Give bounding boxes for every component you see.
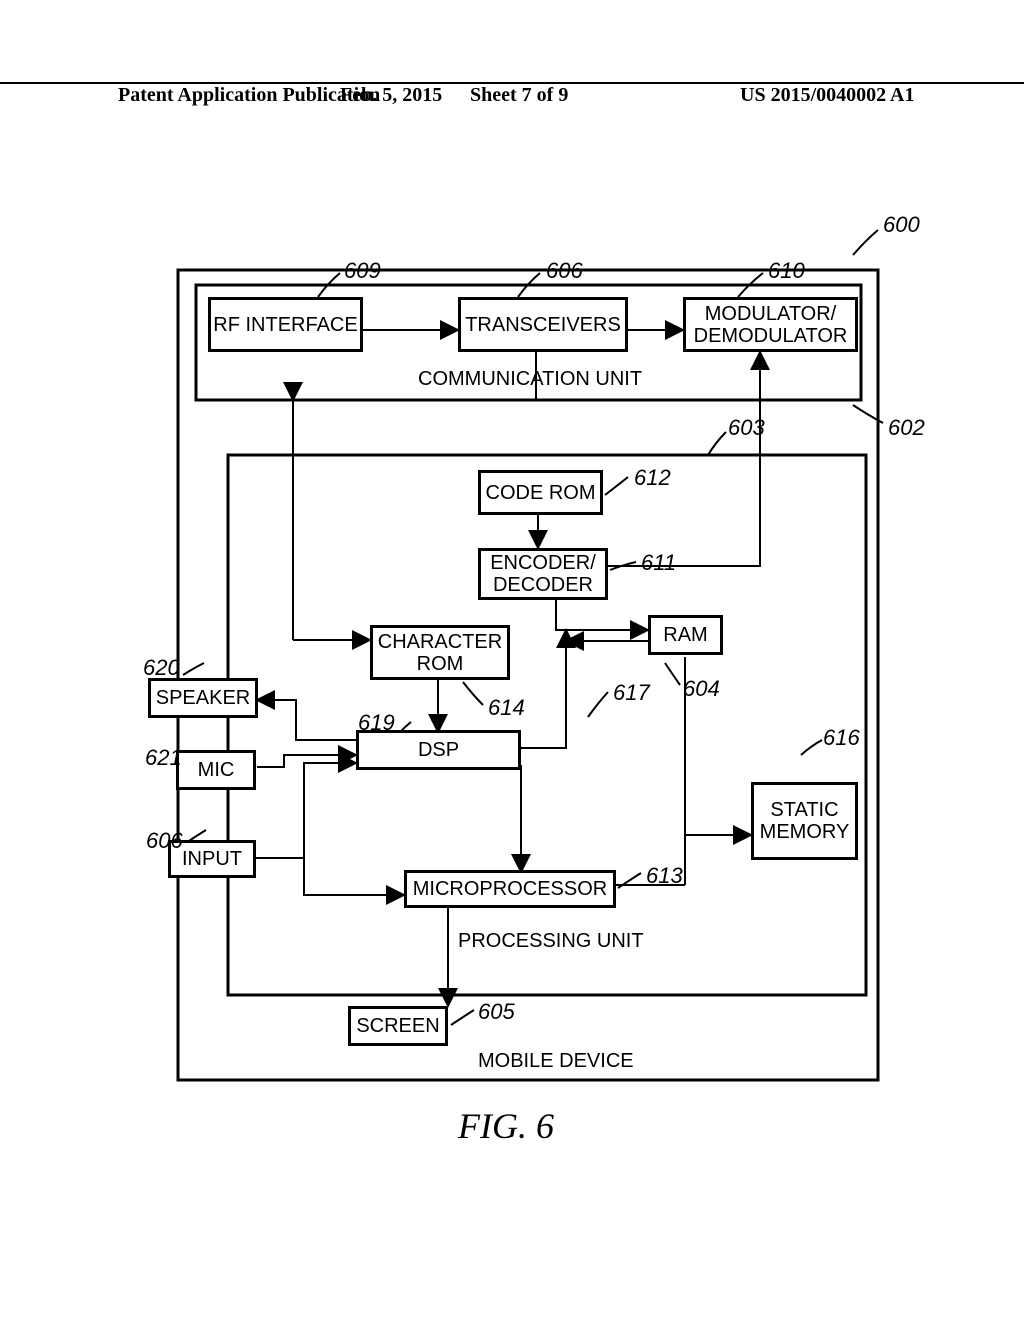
figure-caption: FIG. 6 bbox=[458, 1105, 554, 1147]
encoder-block: ENCODER/ DECODER bbox=[478, 548, 608, 600]
patent-date: Feb. 5, 2015 bbox=[340, 84, 442, 107]
dsp-block: DSP bbox=[356, 730, 521, 770]
mic-block: MIC bbox=[176, 750, 256, 790]
screen-block: SCREEN bbox=[348, 1006, 448, 1046]
ref-621: 621 bbox=[145, 745, 182, 771]
ref-609: 609 bbox=[344, 258, 381, 284]
ref-606-bottom: 606 bbox=[146, 828, 183, 854]
ref-614: 614 bbox=[488, 695, 525, 721]
char-rom-block: CHARACTER ROM bbox=[370, 625, 510, 680]
ref-613: 613 bbox=[646, 863, 683, 889]
transceivers-block: TRANSCEIVERS bbox=[458, 297, 628, 352]
ram-block: RAM bbox=[648, 615, 723, 655]
ref-602: 602 bbox=[888, 415, 925, 441]
ref-600: 600 bbox=[883, 212, 920, 238]
ref-604: 604 bbox=[683, 676, 720, 702]
code-rom-block: CODE ROM bbox=[478, 470, 603, 515]
sheet-number: Sheet 7 of 9 bbox=[470, 84, 568, 107]
speaker-block: SPEAKER bbox=[148, 678, 258, 718]
static-memory-block: STATIC MEMORY bbox=[751, 782, 858, 860]
ref-612: 612 bbox=[634, 465, 671, 491]
proc-unit-label: PROCESSING UNIT bbox=[458, 930, 644, 953]
ref-619: 619 bbox=[358, 710, 395, 736]
patent-number: US 2015/0040002 A1 bbox=[740, 84, 914, 107]
modulator-block: MODULATOR/ DEMODULATOR bbox=[683, 297, 858, 352]
comm-unit-label: COMMUNICATION UNIT bbox=[418, 368, 642, 391]
ref-617: 617 bbox=[613, 680, 650, 706]
ref-620: 620 bbox=[143, 655, 180, 681]
ref-605: 605 bbox=[478, 999, 515, 1025]
rf-interface-block: RF INTERFACE bbox=[208, 297, 363, 352]
ref-610: 610 bbox=[768, 258, 805, 284]
ref-603: 603 bbox=[728, 415, 765, 441]
ref-606-top: 606 bbox=[546, 258, 583, 284]
microprocessor-block: MICROPROCESSOR bbox=[404, 870, 616, 908]
diagram: RF INTERFACE TRANSCEIVERS MODULATOR/ DEM… bbox=[118, 170, 906, 1170]
mobile-device-label: MOBILE DEVICE bbox=[478, 1050, 634, 1073]
ref-611: 611 bbox=[641, 550, 676, 576]
ref-616: 616 bbox=[823, 725, 860, 751]
